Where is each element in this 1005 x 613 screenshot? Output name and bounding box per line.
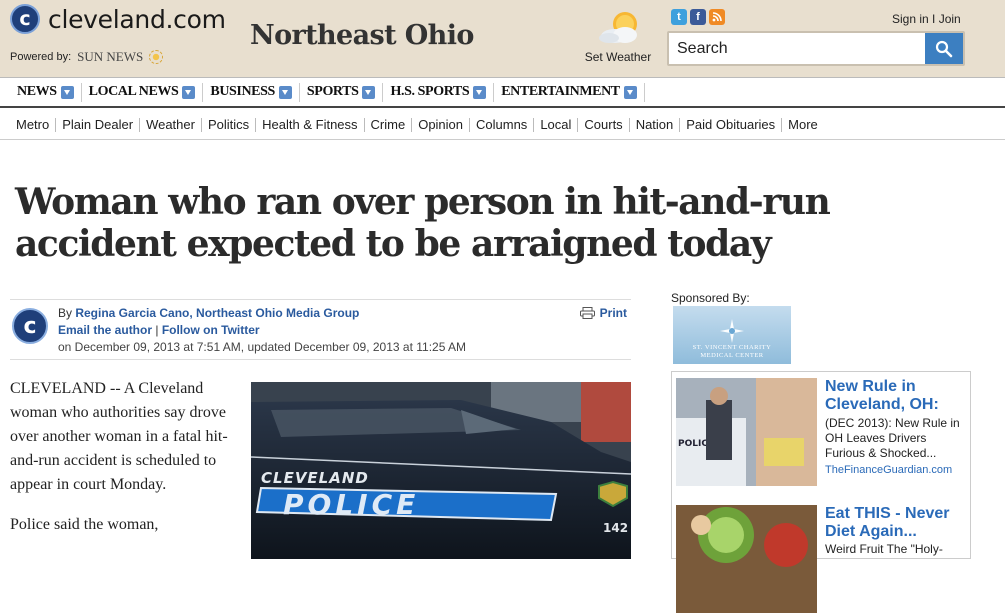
unit-number: 142	[603, 521, 628, 535]
ad-description: (DEC 2013): New Rule in OH Leaves Driver…	[825, 416, 960, 460]
twitter-icon[interactable]: t	[671, 9, 687, 25]
primary-nav: NEWS LOCAL NEWS BUSINESS SPORTS H.S. SPO…	[0, 77, 1005, 108]
separator: |	[152, 323, 162, 337]
chevron-down-icon[interactable]	[182, 85, 196, 99]
subnav-metro[interactable]: Metro	[10, 117, 57, 132]
nav-label: H.S. SPORTS	[390, 84, 470, 99]
chevron-down-icon[interactable]	[278, 85, 292, 99]
nav-sports[interactable]: SPORTS	[300, 82, 384, 102]
article-headline: Woman who ran over person in hit-and-run…	[15, 181, 831, 265]
subnav-local[interactable]: Local	[534, 117, 579, 132]
weather-icon	[599, 12, 637, 43]
logo-mark: c	[10, 4, 40, 34]
print-label: Print	[599, 306, 627, 320]
search-icon	[935, 40, 953, 57]
subnav-weather[interactable]: Weather	[140, 117, 202, 132]
ad-title[interactable]: New Rule in Cleveland, OH:	[825, 378, 965, 414]
follow-twitter-link[interactable]: Follow on Twitter	[162, 323, 260, 337]
rss-icon[interactable]	[709, 9, 725, 25]
ad-image[interactable]	[676, 505, 817, 613]
nav-news[interactable]: NEWS	[10, 82, 82, 102]
author-avatar: c	[12, 308, 48, 344]
secondary-nav: Metro Plain Dealer Weather Politics Heal…	[0, 110, 1005, 140]
site-logo[interactable]: c cleveland.com	[10, 4, 226, 34]
site-header: c cleveland.com Powered by: SUN NEWS Nor…	[0, 0, 1005, 77]
search-button[interactable]	[925, 33, 963, 64]
article-photo[interactable]: CLEVELAND POLICE 142	[251, 382, 631, 559]
ad-item[interactable]: Eat THIS - Never Diet Again... Weird Fru…	[676, 505, 966, 613]
set-weather-button[interactable]: Set Weather	[582, 8, 654, 64]
ad-title[interactable]: Eat THIS - Never Diet Again...	[825, 505, 965, 541]
nav-label: ENTERTAINMENT	[501, 84, 620, 99]
article-body: CLEVELAND -- A Cleveland woman who autho…	[10, 377, 238, 553]
ad-item[interactable]: POLICE New Rule in Cleveland, OH: (DEC 2…	[676, 378, 966, 490]
nav-label: LOCAL NEWS	[88, 84, 179, 99]
car-text-main: POLICE	[283, 488, 419, 521]
nav-label: BUSINESS	[210, 84, 275, 99]
sponsored-ads: POLICE New Rule in Cleveland, OH: (DEC 2…	[671, 371, 971, 613]
search-input[interactable]	[669, 33, 925, 64]
ad-photo	[676, 505, 817, 613]
search-box	[667, 31, 965, 66]
sun-news-logo[interactable]: SUN NEWS	[77, 49, 143, 65]
facebook-icon[interactable]: f	[690, 9, 706, 25]
ad-image[interactable]: POLICE	[676, 378, 817, 486]
sponsor-logo[interactable]: ST. VINCENT CHARITY MEDICAL CENTER	[673, 306, 791, 364]
weather-label: Set Weather	[584, 50, 652, 64]
chevron-down-icon[interactable]	[60, 85, 74, 99]
print-button[interactable]: Print	[579, 306, 627, 320]
powered-by: Powered by: SUN NEWS	[10, 49, 164, 65]
subnav-health-fitness[interactable]: Health & Fitness	[256, 117, 365, 132]
chevron-down-icon[interactable]	[362, 85, 376, 99]
subnav-more[interactable]: More	[782, 117, 824, 132]
star-cross-icon	[720, 319, 744, 343]
subnav-crime[interactable]: Crime	[365, 117, 413, 132]
byline: c By Regina Garcia Cano, Northeast Ohio …	[10, 299, 631, 360]
nav-business[interactable]: BUSINESS	[203, 82, 300, 102]
chevron-down-icon[interactable]	[623, 85, 637, 99]
email-author-link[interactable]: Email the author	[58, 323, 152, 337]
sign-in-link[interactable]: Sign in I Join	[892, 12, 961, 26]
subnav-plain-dealer[interactable]: Plain Dealer	[56, 117, 141, 132]
byline-prefix: By	[58, 306, 76, 320]
nav-label: NEWS	[17, 84, 57, 99]
article-paragraph: Police said the woman,	[10, 516, 159, 533]
logo-text: cleveland.com	[48, 4, 226, 34]
sponsor-name-line1: ST. VINCENT CHARITY	[692, 344, 772, 351]
nav-entertainment[interactable]: ENTERTAINMENT	[494, 82, 645, 102]
printer-icon	[579, 307, 595, 319]
police-car-image: CLEVELAND POLICE 142	[251, 382, 631, 559]
sponsored-by-label: Sponsored By:	[671, 291, 750, 305]
article-paragraph: CLEVELAND -- A Cleveland woman who autho…	[10, 380, 228, 493]
author-actions: Email the author | Follow on Twitter	[58, 323, 260, 337]
nav-local-news[interactable]: LOCAL NEWS	[82, 82, 204, 102]
car-text-top: CLEVELAND	[261, 469, 369, 487]
subnav-paid-obituaries[interactable]: Paid Obituaries	[680, 117, 783, 132]
powered-by-label: Powered by:	[10, 51, 72, 63]
nav-hs-sports[interactable]: H.S. SPORTS	[383, 82, 495, 102]
author-line: By Regina Garcia Cano, Northeast Ohio Me…	[58, 306, 359, 320]
region-title: Northeast Ohio	[250, 20, 474, 51]
subnav-columns[interactable]: Columns	[470, 117, 535, 132]
sun-icon	[149, 50, 164, 64]
ad-photo: POLICE	[676, 378, 817, 486]
publish-date: on December 09, 2013 at 7:51 AM, updated…	[58, 340, 467, 354]
subnav-nation[interactable]: Nation	[630, 117, 681, 132]
subnav-politics[interactable]: Politics	[202, 117, 257, 132]
author-link[interactable]: Regina Garcia Cano, Northeast Ohio Media…	[75, 306, 359, 320]
ad-description: Weird Fruit The "Holy-	[825, 542, 943, 556]
ad-source[interactable]: TheFinanceGuardian.com	[825, 464, 952, 476]
social-links: t f	[671, 9, 725, 25]
sponsor-name-line2: MEDICAL CENTER	[700, 352, 764, 359]
chevron-down-icon[interactable]	[473, 85, 487, 99]
subnav-opinion[interactable]: Opinion	[412, 117, 471, 132]
subnav-courts[interactable]: Courts	[578, 117, 630, 132]
nav-label: SPORTS	[306, 84, 359, 99]
